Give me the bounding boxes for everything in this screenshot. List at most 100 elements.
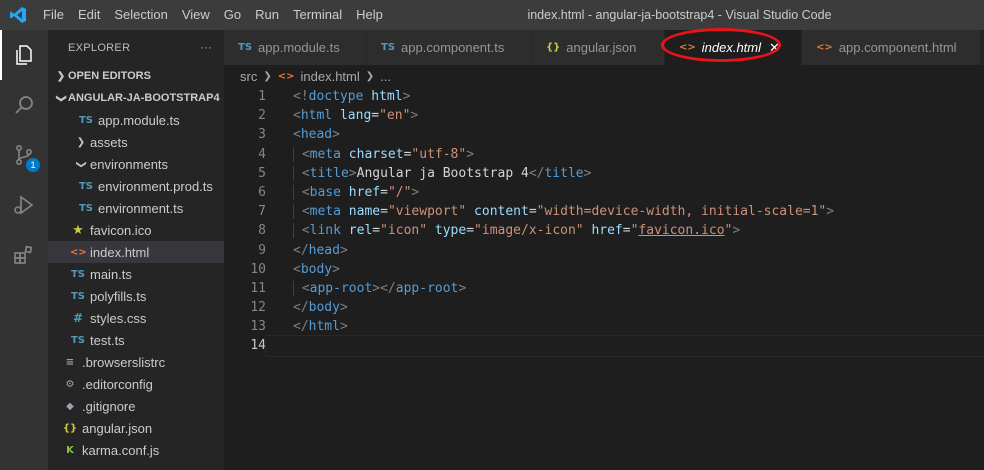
- code-line: <meta charset="utf-8">: [266, 145, 474, 164]
- code-line: <html lang="en">: [293, 108, 419, 124]
- line-number: 9: [258, 242, 266, 258]
- code-line: <link rel="icon" type="image/x-icon" hre…: [266, 221, 740, 240]
- file-label: favicon.ico: [90, 222, 152, 238]
- file-polyfills-ts[interactable]: TS polyfills.ts: [48, 285, 224, 307]
- file-karma-conf-js[interactable]: K karma.conf.js: [48, 439, 224, 461]
- line-number: 12: [250, 300, 266, 316]
- tab-label: app.component.html: [838, 40, 957, 55]
- file-main-ts[interactable]: TS main.ts: [48, 263, 224, 285]
- folder-environments[interactable]: ❯ environments: [48, 153, 224, 175]
- close-icon[interactable]: ✕: [769, 40, 780, 56]
- code-line: <!doctype html>: [293, 89, 411, 104]
- code-line-current: [265, 335, 984, 357]
- file-editorconfig[interactable]: ⚙ .editorconfig: [48, 373, 224, 395]
- menu-terminal[interactable]: Terminal: [286, 0, 349, 30]
- file-label: .gitignore: [82, 398, 136, 414]
- menu-edit[interactable]: Edit: [71, 0, 107, 30]
- title-bar: File Edit Selection View Go Run Terminal…: [0, 0, 984, 30]
- chevron-right-icon: ❯: [365, 70, 375, 82]
- file-label: angular.json: [82, 420, 153, 436]
- file-index-html[interactable]: <> index.html: [48, 241, 224, 263]
- html-file-icon: <>: [816, 42, 833, 53]
- editor-area: TS app.module.ts TS app.component.ts {} …: [224, 28, 984, 470]
- breadcrumb-file[interactable]: index.html: [301, 69, 360, 84]
- typescript-file-icon: TS: [70, 268, 86, 280]
- file-browserslistrc[interactable]: ≡ .browserslistrc: [48, 351, 224, 373]
- typescript-file-icon: TS: [78, 202, 94, 214]
- tab-label: angular.json: [566, 40, 637, 55]
- project-section[interactable]: ❯ ANGULAR-JA-BOOTSTRAP4: [48, 87, 224, 109]
- line-number: 10: [250, 261, 266, 277]
- typescript-file-icon: TS: [70, 334, 86, 346]
- list-file-icon: ≡: [65, 356, 75, 368]
- file-favicon-ico[interactable]: ★ favicon.ico: [48, 219, 224, 241]
- menu-view[interactable]: View: [175, 0, 217, 30]
- file-environment-prod-ts[interactable]: TS environment.prod.ts: [48, 175, 224, 197]
- line-number: 5: [258, 165, 266, 181]
- run-debug-icon[interactable]: [0, 180, 48, 230]
- file-angular-json[interactable]: {} angular.json: [48, 417, 224, 439]
- gear-icon: ⚙: [65, 378, 75, 390]
- explorer-icon[interactable]: [0, 30, 48, 80]
- file-label: karma.conf.js: [82, 442, 160, 458]
- search-icon[interactable]: [0, 80, 48, 130]
- code-line: <body>: [293, 261, 340, 277]
- tab-app-component-ts[interactable]: TS app.component.ts: [367, 30, 532, 65]
- file-environment-ts[interactable]: TS environment.ts: [48, 197, 224, 219]
- file-label: app.module.ts: [98, 112, 180, 128]
- css-file-icon: #: [72, 311, 84, 325]
- code-line: </body>: [293, 300, 348, 316]
- code-line: <title>Angular ja Bootstrap 4</title>: [266, 164, 591, 183]
- line-number: 2: [258, 108, 266, 124]
- line-number: 8: [258, 223, 266, 239]
- menu-run[interactable]: Run: [248, 0, 286, 30]
- folder-assets[interactable]: ❯ assets: [48, 131, 224, 153]
- typescript-file-icon: TS: [381, 42, 396, 53]
- breadcrumb-symbols[interactable]: ...: [380, 69, 391, 84]
- breadcrumb: src ❯ <> index.html ❯ ...: [224, 65, 984, 87]
- json-file-icon: {}: [546, 42, 561, 53]
- code-line: </html>: [293, 319, 348, 335]
- tab-app-module-ts[interactable]: TS app.module.ts: [224, 30, 367, 65]
- json-file-icon: {}: [62, 422, 78, 434]
- open-editors-label: OPEN EDITORS: [68, 70, 151, 82]
- tab-app-component-html[interactable]: <> app.component.html: [802, 30, 981, 65]
- folder-label: assets: [90, 134, 128, 150]
- html-file-icon: <>: [679, 42, 696, 53]
- tab-index-html[interactable]: <> index.html ✕: [661, 28, 802, 65]
- code-line: <head>: [293, 127, 340, 143]
- typescript-file-icon: TS: [70, 290, 86, 302]
- file-label: .browserslistrc: [82, 354, 166, 370]
- code-line: <base href="/">: [266, 183, 419, 202]
- file-app-module-ts[interactable]: TS app.module.ts: [48, 109, 224, 131]
- explorer-title: EXPLORER: [68, 41, 131, 54]
- menu-help[interactable]: Help: [349, 0, 390, 30]
- git-file-icon: ◆: [66, 400, 74, 412]
- file-styles-css[interactable]: # styles.css: [48, 307, 224, 329]
- file-label: environment.prod.ts: [98, 178, 213, 194]
- source-control-icon[interactable]: 1: [0, 130, 48, 180]
- open-editors-section[interactable]: ❯ OPEN EDITORS: [48, 65, 224, 87]
- typescript-file-icon: TS: [238, 42, 253, 53]
- line-number: 13: [250, 319, 266, 335]
- explorer-sidebar: EXPLORER ··· ❯ OPEN EDITORS ❯ ANGULAR-JA…: [48, 30, 224, 470]
- menu-file[interactable]: File: [36, 0, 71, 30]
- chevron-right-icon: ❯: [76, 136, 86, 148]
- extensions-icon[interactable]: [0, 230, 48, 280]
- chevron-right-icon: ❯: [56, 70, 66, 82]
- menu-bar: File Edit Selection View Go Run Terminal…: [36, 0, 390, 30]
- tab-label: app.module.ts: [258, 40, 340, 55]
- tab-bar: TS app.module.ts TS app.component.ts {} …: [224, 28, 984, 65]
- tab-angular-json[interactable]: {} angular.json: [532, 30, 665, 65]
- line-number: 11: [250, 280, 266, 296]
- code-editor[interactable]: 1 <!doctype html> 2 <html lang="en"> 3 <hea…: [224, 87, 984, 357]
- tab-label: app.component.ts: [401, 40, 505, 55]
- code-line: </head>: [293, 242, 348, 258]
- file-test-ts[interactable]: TS test.ts: [48, 329, 224, 351]
- more-actions-icon[interactable]: ···: [200, 42, 212, 54]
- line-number: 6: [258, 184, 266, 200]
- menu-go[interactable]: Go: [217, 0, 248, 30]
- breadcrumb-folder[interactable]: src: [240, 69, 257, 84]
- file-gitignore[interactable]: ◆ .gitignore: [48, 395, 224, 417]
- menu-selection[interactable]: Selection: [107, 0, 174, 30]
